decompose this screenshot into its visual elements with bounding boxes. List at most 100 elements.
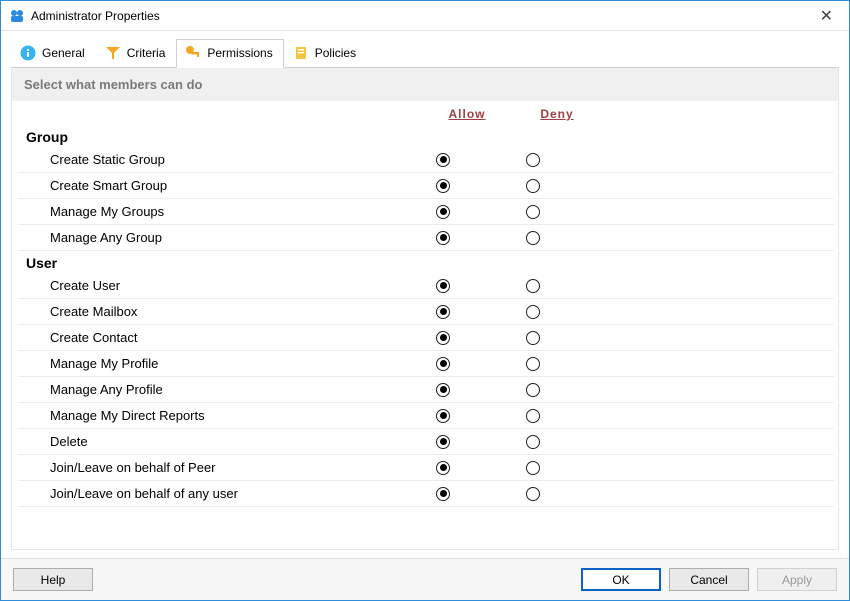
key-icon xyxy=(185,45,201,61)
radio-cell-allow xyxy=(398,409,488,423)
radio-allow[interactable] xyxy=(436,331,450,345)
tab-criteria[interactable]: Criteria xyxy=(96,39,177,67)
dialog-footer: Help OK Cancel Apply xyxy=(1,558,849,600)
radio-deny[interactable] xyxy=(526,305,540,319)
radio-cell-deny xyxy=(488,231,578,245)
radio-deny[interactable] xyxy=(526,179,540,193)
radio-deny[interactable] xyxy=(526,279,540,293)
radio-allow[interactable] xyxy=(436,153,450,167)
permission-row: Join/Leave on behalf of Peer xyxy=(18,455,834,481)
radio-allow[interactable] xyxy=(436,179,450,193)
permission-label: Manage My Direct Reports xyxy=(18,408,398,423)
permission-label: Manage My Groups xyxy=(18,204,398,219)
permission-row: Delete xyxy=(18,429,834,455)
radio-allow[interactable] xyxy=(436,305,450,319)
column-allow[interactable]: Allow xyxy=(422,107,512,121)
radio-cell-deny xyxy=(488,383,578,397)
instruction-text: Select what members can do xyxy=(12,68,838,101)
radio-cell-allow xyxy=(398,279,488,293)
permission-row: Create User xyxy=(18,273,834,299)
cancel-button[interactable]: Cancel xyxy=(669,568,749,591)
radio-cell-allow xyxy=(398,331,488,345)
radio-allow[interactable] xyxy=(436,205,450,219)
ok-button[interactable]: OK xyxy=(581,568,661,591)
radio-deny[interactable] xyxy=(526,231,540,245)
permission-row: Create Static Group xyxy=(18,147,834,173)
permission-label: Create Contact xyxy=(18,330,398,345)
tab-policies[interactable]: Policies xyxy=(284,39,367,67)
radio-cell-allow xyxy=(398,461,488,475)
permission-row: Join/Leave on behalf of any user xyxy=(18,481,834,507)
tab-general[interactable]: General xyxy=(11,39,96,67)
radio-cell-deny xyxy=(488,487,578,501)
dialog: Administrator Properties ✕ General Crite… xyxy=(0,0,850,601)
radio-allow[interactable] xyxy=(436,279,450,293)
radio-cell-allow xyxy=(398,153,488,167)
radio-cell-allow xyxy=(398,231,488,245)
permission-label: Create Mailbox xyxy=(18,304,398,319)
radio-cell-deny xyxy=(488,153,578,167)
permission-label: Join/Leave on behalf of Peer xyxy=(18,460,398,475)
help-button[interactable]: Help xyxy=(13,568,93,591)
radio-cell-deny xyxy=(488,409,578,423)
radio-allow[interactable] xyxy=(436,461,450,475)
scroll-area[interactable]: GroupCreate Static GroupCreate Smart Gro… xyxy=(12,125,838,549)
radio-cell-deny xyxy=(488,461,578,475)
radio-cell-allow xyxy=(398,179,488,193)
radio-cell-deny xyxy=(488,331,578,345)
close-icon[interactable]: ✕ xyxy=(812,4,841,28)
radio-cell-deny xyxy=(488,435,578,449)
radio-cell-allow xyxy=(398,487,488,501)
permission-row: Create Mailbox xyxy=(18,299,834,325)
info-icon xyxy=(20,45,36,61)
radio-cell-allow xyxy=(398,435,488,449)
permission-row: Manage My Groups xyxy=(18,199,834,225)
radio-deny[interactable] xyxy=(526,205,540,219)
radio-allow[interactable] xyxy=(436,435,450,449)
radio-deny[interactable] xyxy=(526,435,540,449)
permission-label: Join/Leave on behalf of any user xyxy=(18,486,398,501)
radio-deny[interactable] xyxy=(526,383,540,397)
tab-label: Criteria xyxy=(127,46,166,60)
radio-allow[interactable] xyxy=(436,383,450,397)
radio-allow[interactable] xyxy=(436,231,450,245)
radio-cell-deny xyxy=(488,279,578,293)
permission-label: Manage Any Group xyxy=(18,230,398,245)
permission-label: Manage Any Profile xyxy=(18,382,398,397)
tab-strip: General Criteria Permissions Policies xyxy=(11,39,839,68)
funnel-icon xyxy=(105,45,121,61)
radio-deny[interactable] xyxy=(526,409,540,423)
radio-allow[interactable] xyxy=(436,357,450,371)
radio-cell-deny xyxy=(488,357,578,371)
app-icon xyxy=(9,8,25,24)
policy-icon xyxy=(293,45,309,61)
radio-cell-deny xyxy=(488,205,578,219)
radio-deny[interactable] xyxy=(526,461,540,475)
radio-deny[interactable] xyxy=(526,331,540,345)
apply-button: Apply xyxy=(757,568,837,591)
permission-label: Create User xyxy=(18,278,398,293)
content: Select what members can do Allow Deny Gr… xyxy=(11,68,839,550)
radio-cell-allow xyxy=(398,383,488,397)
radio-allow[interactable] xyxy=(436,409,450,423)
radio-cell-allow xyxy=(398,205,488,219)
radio-deny[interactable] xyxy=(526,357,540,371)
column-deny[interactable]: Deny xyxy=(512,107,602,121)
tab-label: Permissions xyxy=(207,46,272,60)
permissions-table: GroupCreate Static GroupCreate Smart Gro… xyxy=(12,125,838,549)
radio-cell-allow xyxy=(398,357,488,371)
permission-label: Manage My Profile xyxy=(18,356,398,371)
tab-label: General xyxy=(42,46,85,60)
window-title: Administrator Properties xyxy=(31,9,160,23)
tab-label: Policies xyxy=(315,46,356,60)
tab-permissions[interactable]: Permissions xyxy=(176,39,283,68)
radio-deny[interactable] xyxy=(526,487,540,501)
radio-deny[interactable] xyxy=(526,153,540,167)
radio-cell-allow xyxy=(398,305,488,319)
permission-row: Manage My Profile xyxy=(18,351,834,377)
radio-allow[interactable] xyxy=(436,487,450,501)
permission-row: Manage Any Group xyxy=(18,225,834,251)
column-headers: Allow Deny xyxy=(12,101,838,125)
permission-label: Create Static Group xyxy=(18,152,398,167)
permission-label: Create Smart Group xyxy=(18,178,398,193)
